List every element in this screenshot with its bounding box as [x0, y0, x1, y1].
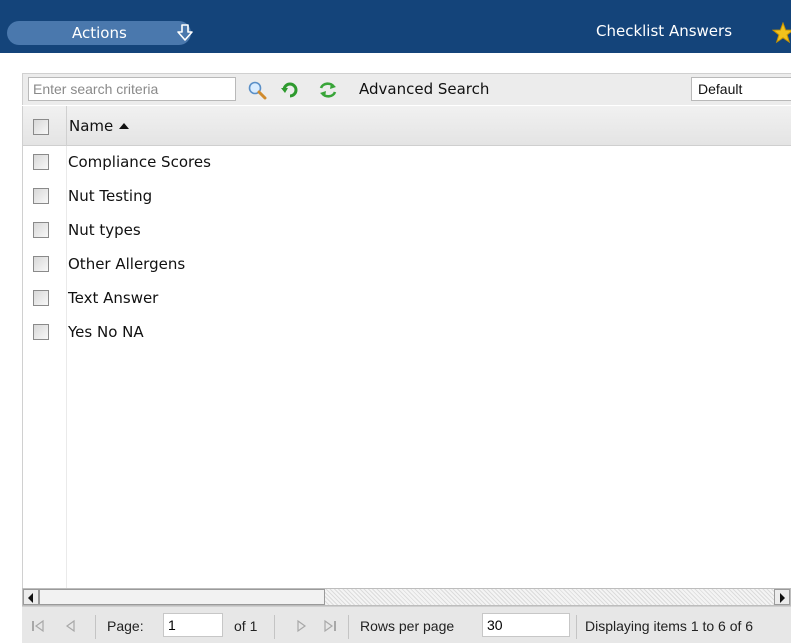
table-row[interactable]: Yes No NA [23, 316, 791, 350]
table-row[interactable]: Nut Testing [23, 180, 791, 214]
scroll-right-icon [780, 593, 785, 603]
search-input[interactable] [28, 77, 236, 101]
select-all-checkbox[interactable] [33, 119, 49, 135]
advanced-search-link[interactable]: Advanced Search [359, 80, 489, 98]
rows-per-page-label: Rows per page [360, 618, 455, 634]
horizontal-scrollbar[interactable] [22, 588, 791, 606]
row-checkbox[interactable] [33, 222, 49, 238]
row-name: Nut types [68, 221, 141, 239]
scroll-left-icon [28, 593, 33, 603]
refresh-icon[interactable] [318, 80, 338, 100]
page-title: Checklist Answers [596, 22, 733, 40]
arrow-down-icon [175, 24, 195, 42]
display-info: Displaying items 1 to 6 of 6 [585, 618, 754, 634]
row-checkbox[interactable] [33, 256, 49, 272]
actions-button[interactable]: Actions [7, 21, 193, 45]
pager-divider [95, 615, 96, 639]
next-page-icon[interactable] [294, 619, 308, 633]
row-name: Nut Testing [68, 187, 153, 205]
rows-per-page-input[interactable] [482, 613, 570, 637]
search-icon[interactable] [247, 80, 267, 100]
table-row[interactable]: Nut types [23, 214, 791, 248]
page-label: Page: [107, 618, 144, 634]
row-name: Yes No NA [68, 323, 144, 341]
pager-divider [274, 615, 275, 639]
table-row[interactable]: Compliance Scores [23, 146, 791, 180]
scroll-left-button[interactable] [23, 589, 39, 605]
scrollbar-thumb[interactable] [39, 589, 325, 605]
row-name: Text Answer [68, 289, 159, 307]
pager-divider [576, 615, 577, 639]
star-icon[interactable] [771, 21, 791, 44]
column-header-label: Name [69, 117, 114, 135]
table-row[interactable]: Other Allergens [23, 248, 791, 282]
row-name: Other Allergens [68, 255, 186, 273]
row-name: Compliance Scores [68, 153, 211, 171]
row-checkbox[interactable] [33, 154, 49, 170]
row-checkbox[interactable] [33, 188, 49, 204]
grid-header: Name [23, 106, 791, 146]
row-checkbox[interactable] [33, 290, 49, 306]
page-number-input[interactable] [163, 613, 223, 637]
column-header-name[interactable]: Name [66, 106, 791, 146]
actions-label: Actions [72, 24, 127, 42]
top-bar: Actions Checklist Answers [0, 0, 791, 53]
view-select[interactable]: Default [691, 77, 791, 101]
pager: Page: of 1 Rows per page Displaying item… [22, 606, 791, 643]
row-checkbox[interactable] [33, 324, 49, 340]
table-row[interactable]: Text Answer [23, 282, 791, 316]
pager-divider [348, 615, 349, 639]
first-page-icon[interactable] [31, 619, 45, 633]
reset-icon[interactable] [280, 80, 300, 100]
previous-page-icon[interactable] [64, 619, 78, 633]
search-toolbar: Advanced Search Default [22, 73, 791, 105]
scroll-right-button[interactable] [774, 589, 790, 605]
page-count-label: of 1 [234, 618, 258, 634]
data-grid: Name Compliance Scores Nut Testing Nut t… [22, 106, 791, 588]
last-page-icon[interactable] [323, 619, 337, 633]
sort-ascending-icon [119, 123, 130, 129]
